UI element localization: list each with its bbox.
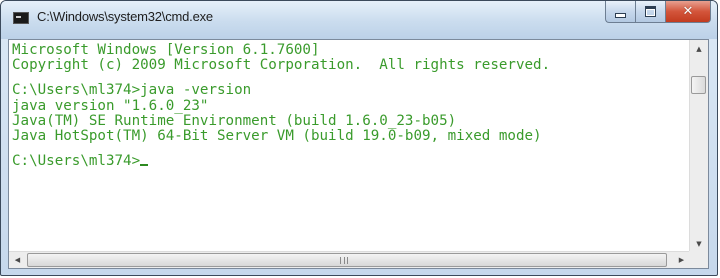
minimize-icon xyxy=(615,13,626,18)
scroll-left-button[interactable]: ◀ xyxy=(9,252,26,268)
title-bar[interactable]: C:\Windows\system32\cmd.exe ✕ xyxy=(1,1,717,39)
console-line: Java(TM) SE Runtime Environment (build 1… xyxy=(12,112,457,129)
left-arrow-icon: ◀ xyxy=(14,256,21,264)
window-title: C:\Windows\system32\cmd.exe xyxy=(37,9,213,24)
console-prompt-line: C:\Users\ml374> xyxy=(9,154,690,169)
console-line: Java HotSpot(TM) 64-Bit Server VM (build… xyxy=(12,127,542,144)
minimize-button[interactable] xyxy=(605,1,635,23)
vertical-scrollbar[interactable]: ▲ ▼ xyxy=(689,40,708,252)
horizontal-scroll-thumb[interactable] xyxy=(27,253,667,267)
scrollbar-corner xyxy=(689,251,708,268)
console-icon[interactable] xyxy=(13,12,29,24)
up-arrow-icon: ▲ xyxy=(696,44,702,53)
caption-buttons: ✕ xyxy=(605,1,711,23)
console-line: java version "1.6.0_23" xyxy=(12,97,209,114)
grip-icon xyxy=(340,257,348,264)
right-arrow-icon: ▶ xyxy=(678,256,685,264)
text-cursor xyxy=(140,164,149,167)
cmd-window: C:\Windows\system32\cmd.exe ✕ Microsoft … xyxy=(0,0,718,276)
horizontal-scrollbar[interactable]: ◀ ▶ xyxy=(9,251,690,268)
console-line: Copyright (c) 2009 Microsoft Corporation… xyxy=(12,57,551,74)
vertical-scroll-thumb[interactable] xyxy=(691,76,706,94)
console-line: Microsoft Windows [Version 6.1.7600] xyxy=(12,42,320,58)
close-icon: ✕ xyxy=(682,4,694,19)
scroll-right-button[interactable]: ▶ xyxy=(673,252,690,268)
maximize-button[interactable] xyxy=(635,1,665,23)
close-button[interactable]: ✕ xyxy=(665,1,711,23)
scroll-up-button[interactable]: ▲ xyxy=(691,40,707,57)
scroll-down-button[interactable]: ▼ xyxy=(691,235,707,252)
console-prompt: C:\Users\ml374> xyxy=(12,153,141,170)
console-output[interactable]: Microsoft Windows [Version 6.1.7600] Cop… xyxy=(9,40,690,252)
maximize-icon xyxy=(645,6,656,17)
down-arrow-icon: ▼ xyxy=(696,239,702,248)
console-line: C:\Users\ml374>java -version xyxy=(12,82,252,99)
console-client-area: Microsoft Windows [Version 6.1.7600] Cop… xyxy=(8,39,709,269)
